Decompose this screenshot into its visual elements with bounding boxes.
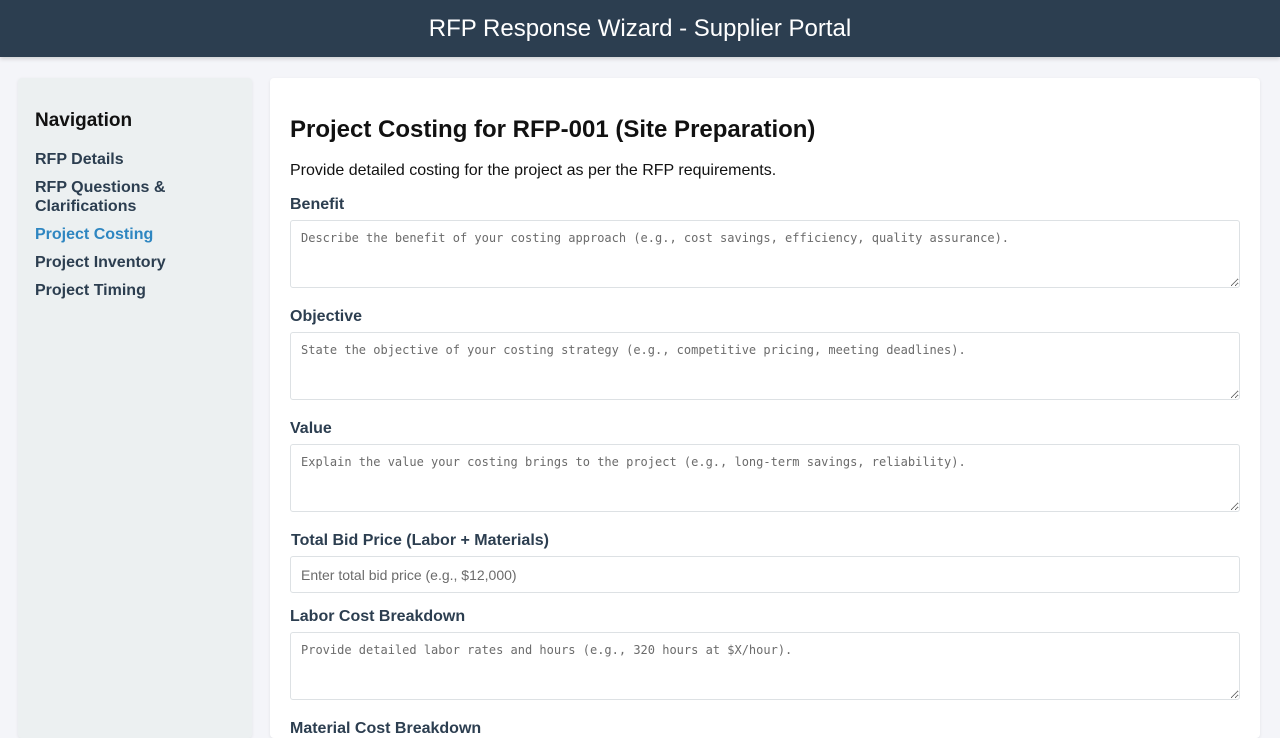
- app-header: RFP Response Wizard - Supplier Portal: [0, 0, 1280, 57]
- sidebar-link-project-inventory[interactable]: Project Inventory: [35, 253, 235, 272]
- objective-label: Objective: [290, 308, 363, 325]
- sidebar-link-project-costing[interactable]: Project Costing: [35, 225, 235, 244]
- value-label: Value: [290, 420, 332, 437]
- labor-label: Labor Cost Breakdown: [290, 608, 466, 625]
- main-content: Project Costing for RFP-001 (Site Prepar…: [270, 78, 1260, 738]
- value-field-group: Value: [290, 420, 1240, 517]
- sidebar-item-rfp-details: RFP Details: [35, 150, 235, 169]
- sidebar-title: Navigation: [35, 110, 133, 131]
- value-textarea[interactable]: [290, 444, 1240, 512]
- sidebar-link-project-timing[interactable]: Project Timing: [35, 281, 235, 300]
- total-bid-label: Total Bid Price (Labor + Materials): [291, 532, 549, 549]
- benefit-textarea[interactable]: [290, 220, 1240, 288]
- sidebar: Navigation RFP Details RFP Questions & C…: [18, 78, 252, 738]
- labor-field-group: Labor Cost Breakdown: [290, 608, 1240, 705]
- benefit-label: Benefit: [290, 196, 345, 213]
- objective-textarea[interactable]: [290, 332, 1240, 400]
- total-bid-field-group: Total Bid Price (Labor + Materials): [290, 532, 1240, 593]
- objective-field-group: Objective: [290, 308, 1240, 405]
- sidebar-item-rfp-questions: RFP Questions & Clarifications: [35, 178, 235, 216]
- sidebar-link-rfp-details[interactable]: RFP Details: [35, 150, 235, 169]
- page-title: Project Costing for RFP-001 (Site Prepar…: [290, 116, 816, 143]
- material-field-group: Material Cost Breakdown: [290, 720, 1240, 738]
- sidebar-link-rfp-questions[interactable]: RFP Questions & Clarifications: [35, 178, 235, 216]
- total-bid-input[interactable]: [290, 556, 1240, 593]
- sidebar-item-project-costing: Project Costing: [35, 225, 235, 244]
- page-intro: Provide detailed costing for the project…: [290, 162, 777, 179]
- app-title: RFP Response Wizard - Supplier Portal: [428, 14, 852, 42]
- material-label: Material Cost Breakdown: [290, 720, 482, 737]
- sidebar-item-project-inventory: Project Inventory: [35, 253, 235, 272]
- sidebar-item-project-timing: Project Timing: [35, 281, 235, 300]
- sidebar-list: RFP Details RFP Questions & Clarificatio…: [35, 150, 235, 300]
- benefit-field-group: Benefit: [290, 196, 1240, 293]
- labor-textarea[interactable]: [290, 632, 1240, 700]
